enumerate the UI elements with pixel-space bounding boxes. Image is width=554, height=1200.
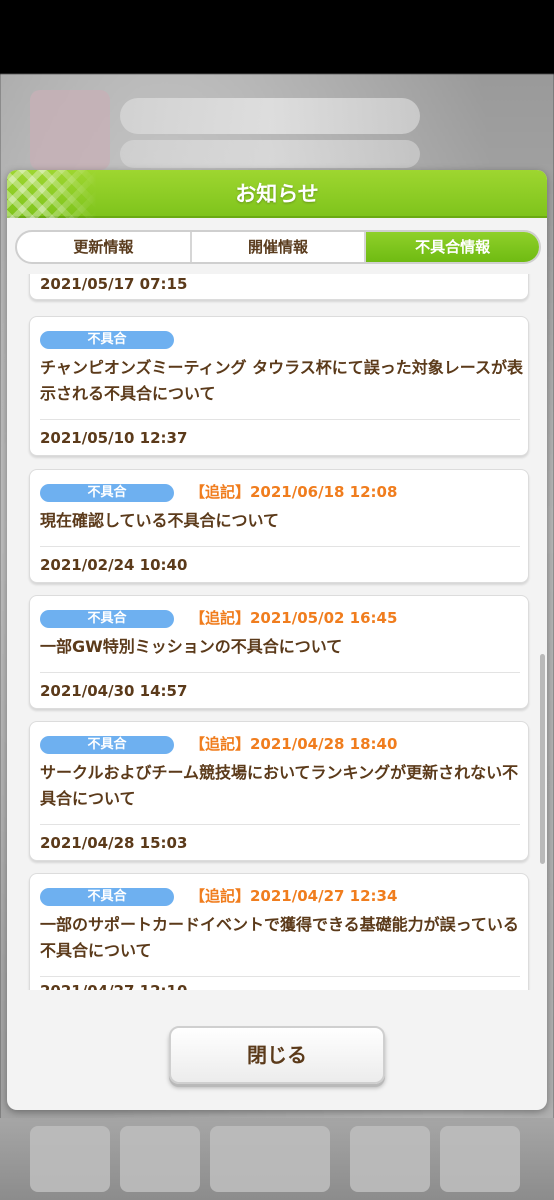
notice-title: 一部GW特別ミッションの不具合について (40, 637, 343, 656)
bug-badge: 不具合 (40, 610, 174, 628)
bug-badge: 不具合 (40, 484, 174, 502)
notice-date: 2021/05/17 07:15 (40, 275, 188, 293)
scrollbar[interactable] (540, 654, 545, 864)
notice-card[interactable]: 不具合 【追記】2021/04/28 18:40 サークルおよびチーム競技場にお… (29, 721, 529, 861)
update-note: 【追記】2021/04/27 12:34 (190, 887, 398, 905)
divider (40, 976, 520, 977)
tab-bugs[interactable]: 不具合情報 (366, 232, 539, 262)
tab-updates[interactable]: 更新情報 (17, 232, 192, 262)
nav-tile (350, 1126, 430, 1192)
divider (40, 824, 520, 825)
close-button[interactable]: 閉じる (169, 1026, 385, 1084)
divider (40, 546, 520, 547)
divider (40, 419, 520, 420)
update-note: 【追記】2021/06/18 12:08 (190, 483, 398, 501)
bottom-nav-background (0, 1118, 554, 1200)
dialog-title: お知らせ (235, 182, 319, 206)
notice-date: 2021/04/28 15:03 (40, 834, 188, 852)
notice-list[interactable]: 2021/05/17 07:15 不具合 チャンピオンズミーティング タウラス杯… (7, 274, 547, 990)
nav-tile (210, 1126, 330, 1192)
update-note: 【追記】2021/04/28 18:40 (190, 735, 398, 753)
event-banner-background (30, 90, 110, 170)
notice-date: 2021/02/24 10:40 (40, 556, 188, 574)
notice-card[interactable]: 不具合 【追記】2021/05/02 16:45 一部GW特別ミッションの不具合… (29, 595, 529, 709)
notice-title: チャンピオンズミーティング タウラス杯にて誤った対象レースが表示される不具合につ… (40, 358, 524, 403)
nav-tile (440, 1126, 520, 1192)
hud-background (120, 98, 420, 134)
bug-badge: 不具合 (40, 331, 174, 349)
notice-dialog: お知らせ 更新情報 開催情報 不具合情報 2021/05/17 07:15 不具… (7, 170, 547, 1110)
dialog-header: お知らせ (7, 170, 547, 218)
notice-card[interactable]: 2021/05/17 07:15 (29, 274, 529, 300)
divider (40, 672, 520, 673)
notice-title: サークルおよびチーム競技場においてランキングが更新されない不具合について (40, 763, 519, 808)
nav-tile (30, 1126, 110, 1192)
notice-date: 2021/04/27 12:10 (40, 982, 187, 990)
notice-title: 一部のサポートカードイベントで獲得できる基礎能力が誤っている不具合について (40, 915, 519, 960)
notice-tabs: 更新情報 開催情報 不具合情報 (15, 230, 541, 264)
notice-date: 2021/05/10 12:37 (40, 429, 188, 447)
nav-tile (120, 1126, 200, 1192)
tab-events[interactable]: 開催情報 (192, 232, 367, 262)
notice-card[interactable]: 不具合 【追記】2021/06/18 12:08 現在確認している不具合について… (29, 469, 529, 583)
notice-title: 現在確認している不具合について (40, 511, 280, 530)
hud-background-2 (120, 140, 420, 168)
notice-card[interactable]: 不具合 【追記】2021/04/27 12:34 一部のサポートカードイベントで… (29, 873, 529, 990)
notice-date: 2021/04/30 14:57 (40, 682, 188, 700)
bug-badge: 不具合 (40, 736, 174, 754)
notice-card[interactable]: 不具合 チャンピオンズミーティング タウラス杯にて誤った対象レースが表示される不… (29, 316, 529, 456)
update-note: 【追記】2021/05/02 16:45 (190, 609, 398, 627)
bug-badge: 不具合 (40, 888, 174, 906)
